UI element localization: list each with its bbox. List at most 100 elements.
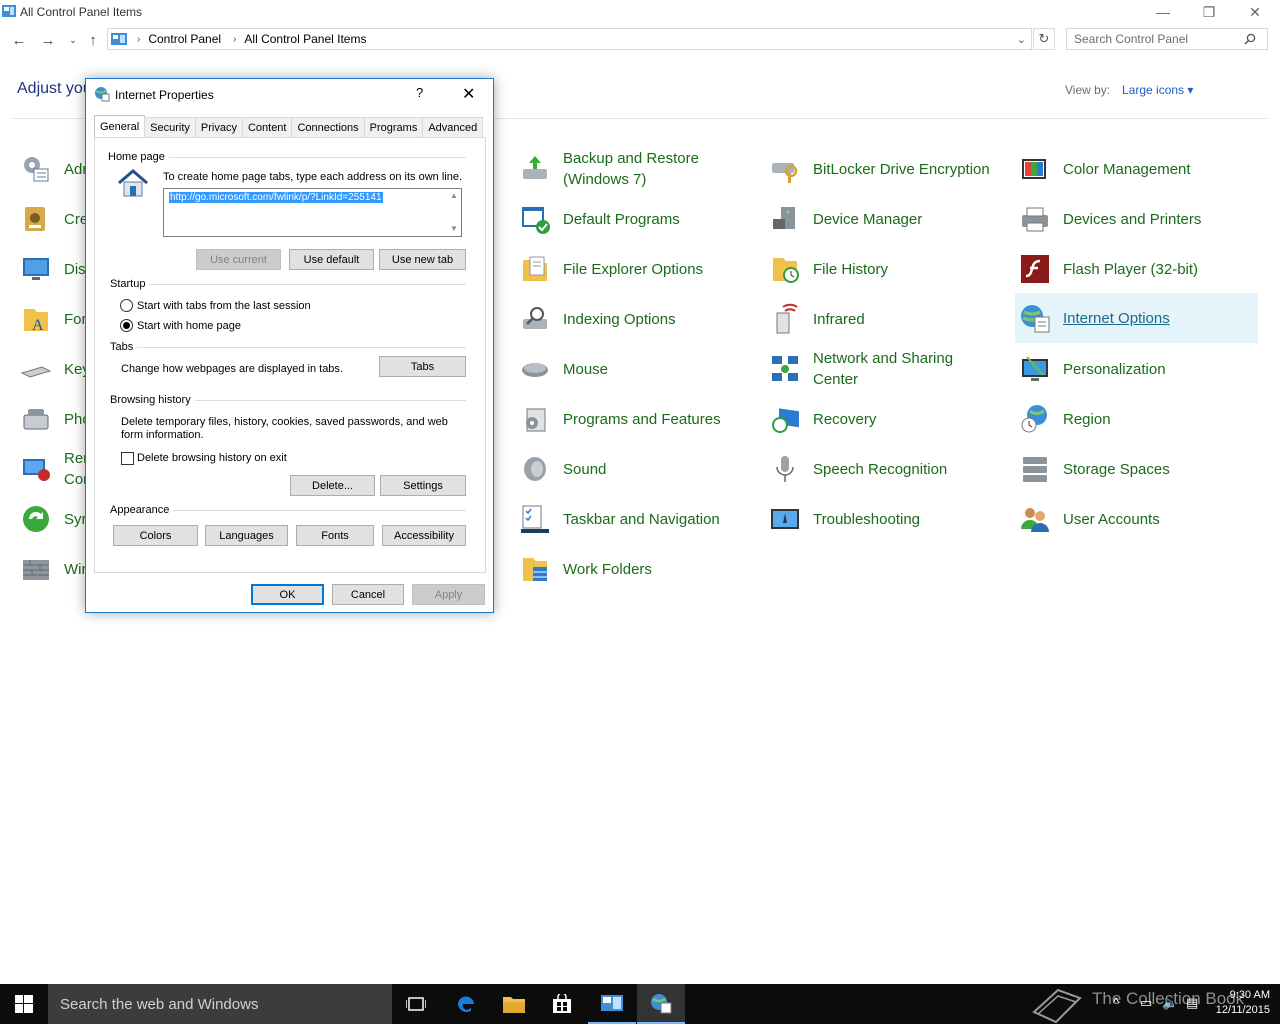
forward-button[interactable]: → — [37, 29, 59, 51]
cp-item-storage-spaces[interactable]: Storage Spaces — [1015, 445, 1258, 493]
apply-button[interactable]: Apply — [412, 584, 485, 605]
refresh-button[interactable]: ↻ — [1033, 28, 1055, 50]
store-button[interactable] — [538, 984, 586, 1024]
personalization-icon — [1022, 356, 1048, 381]
back-button[interactable]: ← — [8, 29, 30, 51]
cp-item-devices-printers[interactable]: Devices and Printers — [1015, 195, 1258, 243]
languages-button[interactable]: Languages — [205, 525, 288, 546]
tabs-settings-button[interactable]: Tabs — [379, 356, 466, 377]
restore-button[interactable]: ❐ — [1186, 0, 1232, 24]
startup-last-session-radio[interactable] — [120, 299, 133, 312]
cp-item-sound[interactable]: Sound — [515, 445, 755, 493]
delete-history-button[interactable]: Delete... — [290, 475, 375, 496]
use-default-button[interactable]: Use default — [289, 249, 374, 270]
task-view-button[interactable] — [392, 984, 440, 1024]
address-bar[interactable]: › Control Panel › All Control Panel Item… — [107, 28, 1032, 50]
cp-item-recovery[interactable]: Recovery — [765, 395, 1005, 443]
breadcrumb-all-items[interactable]: All Control Panel Items — [244, 32, 366, 46]
cp-item-backup-restore[interactable]: Backup and Restore (Windows 7) — [515, 145, 755, 193]
minimize-button[interactable]: — — [1140, 0, 1186, 24]
cp-item-mouse[interactable]: Mouse — [515, 345, 755, 393]
cp-item-personalization[interactable]: Personalization — [1015, 345, 1258, 393]
cp-item-display[interactable]: Dis — [16, 245, 86, 293]
cp-item-infrared[interactable]: Infrared — [765, 295, 1005, 343]
cp-item-file-explorer-options[interactable]: File Explorer Options — [515, 245, 755, 293]
cp-item-device-manager[interactable]: Device Manager — [765, 195, 1005, 243]
cp-item-network-sharing[interactable]: Network and Sharing Center — [765, 345, 1005, 393]
arrow-left-icon: ← — [11, 31, 27, 49]
accessibility-button[interactable]: Accessibility — [382, 525, 466, 546]
control-panel-taskbar-button[interactable] — [588, 984, 636, 1024]
view-by-dropdown[interactable]: Large icons ▾ — [1122, 83, 1193, 97]
cp-item-color-management[interactable]: Color Management — [1015, 145, 1258, 193]
remoteapp-icon — [23, 459, 50, 481]
cp-item-phone-modem[interactable]: Pho — [16, 395, 91, 443]
cp-item-remoteapp[interactable]: Rer Cor — [16, 445, 88, 493]
start-button[interactable] — [0, 984, 48, 1024]
cp-item-windows-firewall[interactable]: Wir — [16, 545, 87, 593]
search-box[interactable] — [1066, 28, 1268, 50]
tab-programs[interactable]: Programs — [363, 117, 424, 137]
cp-item-file-history[interactable]: File History — [765, 245, 1005, 293]
help-button[interactable]: ? — [416, 85, 423, 100]
dialog-close-button[interactable]: ✕ — [462, 84, 475, 104]
cp-item-fonts[interactable]: A For — [16, 295, 87, 343]
cp-item-indexing-options[interactable]: Indexing Options — [515, 295, 755, 343]
cp-item-admin-tools[interactable]: Adr — [16, 145, 87, 193]
cancel-button[interactable]: Cancel — [332, 584, 404, 605]
cp-item-programs-features[interactable]: Programs and Features — [515, 395, 755, 443]
search-input[interactable] — [1074, 32, 1244, 46]
file-explorer-button[interactable] — [490, 984, 538, 1024]
delete-history-on-exit-label: Delete browsing history on exit — [137, 452, 287, 464]
use-new-tab-button[interactable]: Use new tab — [379, 249, 466, 270]
cp-item-speech-recognition[interactable]: Speech Recognition — [765, 445, 1005, 493]
volume-icon[interactable]: 🔈 — [1162, 995, 1178, 1011]
taskbar-search-box[interactable]: Search the web and Windows — [48, 984, 392, 1024]
use-current-button[interactable]: Use current — [196, 249, 281, 270]
edge-button[interactable] — [442, 984, 490, 1024]
programs-features-icon — [526, 408, 546, 432]
cp-item-bitlocker[interactable]: BitLocker Drive Encryption — [765, 145, 1005, 193]
close-button[interactable]: ✕ — [1232, 0, 1278, 24]
cp-item-sync-center[interactable]: Syr — [16, 495, 87, 543]
cp-item-user-accounts[interactable]: User Accounts — [1015, 495, 1258, 543]
cp-item-internet-options[interactable]: Internet Options — [1015, 293, 1258, 343]
home-page-group-label: Home page — [108, 151, 169, 163]
show-hidden-icons-button[interactable]: ^ — [1113, 995, 1119, 1010]
tab-connections[interactable]: Connections — [291, 117, 365, 137]
cp-item-label: Personalization — [1063, 360, 1166, 378]
cp-item-keyboard[interactable]: Key — [16, 345, 90, 393]
cp-item-credential-manager[interactable]: Cre — [16, 195, 88, 243]
tab-general[interactable]: General — [94, 115, 146, 137]
delete-history-on-exit-checkbox[interactable] — [121, 452, 134, 465]
address-dropdown-icon[interactable]: ⌄ — [1017, 33, 1026, 46]
cp-item-taskbar-navigation[interactable]: Taskbar and Navigation — [515, 495, 755, 543]
textarea-scrollbar[interactable]: ▲ ▼ — [447, 189, 461, 236]
clock-time: 9:30 AM — [1229, 989, 1270, 1001]
startup-home-page-radio[interactable] — [120, 319, 133, 332]
ok-button[interactable]: OK — [251, 584, 324, 605]
cp-item-default-programs[interactable]: Default Programs — [515, 195, 755, 243]
network-icon[interactable]: ▭ — [1140, 995, 1152, 1011]
fonts-button[interactable]: Fonts — [296, 525, 374, 546]
cp-item-label: Device Manager — [813, 210, 923, 228]
home-page-textarea[interactable]: http://go.microsoft.com/fwlink/p/?LinkId… — [163, 188, 462, 237]
cp-item-troubleshooting[interactable]: Troubleshooting — [765, 495, 1005, 543]
cp-item-region[interactable]: Region — [1015, 395, 1258, 443]
colors-button[interactable]: Colors — [113, 525, 198, 546]
taskbar-clock[interactable]: 9:30 AM 12/11/2015 — [1208, 988, 1270, 1018]
internet-properties-taskbar-button[interactable] — [637, 984, 685, 1024]
history-settings-button[interactable]: Settings — [380, 475, 466, 496]
action-center-icon[interactable]: ▤ — [1186, 995, 1198, 1011]
tab-privacy[interactable]: Privacy — [194, 117, 243, 137]
tab-content[interactable]: Content — [241, 117, 293, 137]
cp-item-work-folders[interactable]: Work Folders — [515, 545, 755, 593]
recent-locations-button[interactable]: ⌄ — [62, 29, 84, 51]
region-icon — [1021, 405, 1047, 433]
cp-item-flash-player[interactable]: Flash Player (32-bit) — [1015, 245, 1258, 293]
up-button[interactable]: ↑ — [82, 29, 104, 51]
tab-advanced[interactable]: Advanced — [422, 117, 484, 137]
taskbar-icon — [521, 505, 549, 533]
tab-security[interactable]: Security — [144, 117, 196, 137]
breadcrumb-control-panel[interactable]: Control Panel — [148, 32, 221, 46]
